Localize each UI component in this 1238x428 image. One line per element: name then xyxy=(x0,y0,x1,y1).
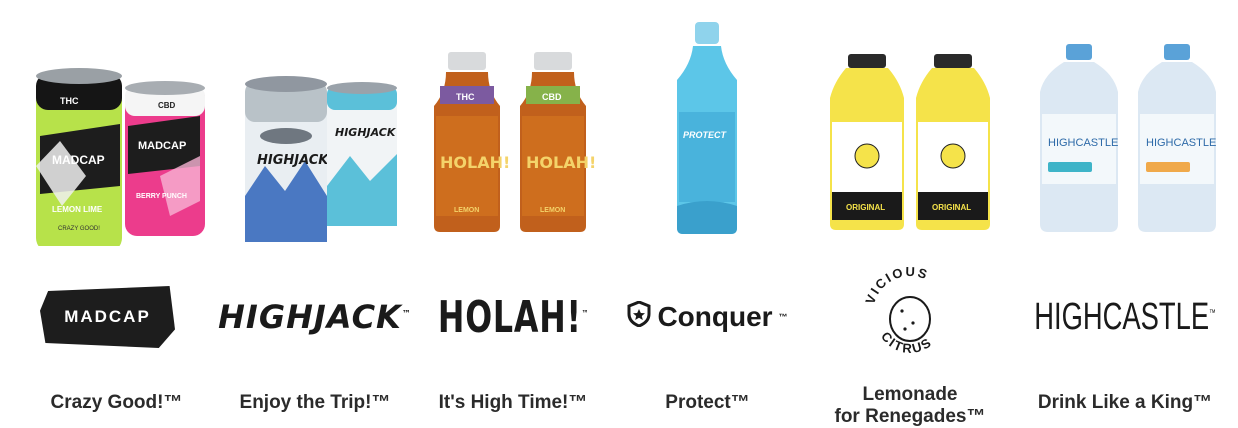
bottle-highcastle-left: HIGHCASTLE xyxy=(1040,44,1118,232)
product-image-holah: THC HOLAH! LEMON CBD HOLAH! LEMON xyxy=(418,16,608,246)
svg-text:HOLAH!: HOLAH! xyxy=(526,153,596,172)
brand-highjack: HIGHJACK HIGHJACK HIGHJACK™ Enjoy the Tr… xyxy=(215,0,415,428)
can-label-thc: THC xyxy=(60,96,79,106)
can-highjack-front: HIGHJACK xyxy=(245,76,329,242)
svg-text:HIGHJACK: HIGHJACK xyxy=(257,153,329,168)
brand-conquer: PROTECT Conquer ™ Protect™ xyxy=(615,0,800,428)
tagline-highcastle: Drink Like a King™ xyxy=(1037,392,1213,413)
brand-holah: THC HOLAH! LEMON CBD HOLAH! LEMON HOLAH!… xyxy=(418,0,608,428)
bottle-label-cbd: CBD xyxy=(542,92,562,102)
svg-text:HIGHCASTLE: HIGHCASTLE xyxy=(1048,137,1118,149)
product-image-conquer: PROTECT xyxy=(615,16,800,246)
svg-text:HIGHCASTLE: HIGHCASTLE xyxy=(1146,137,1216,149)
svg-text:ORIGINAL: ORIGINAL xyxy=(932,203,971,212)
bottle-vicious-left: ORIGINAL xyxy=(830,54,904,230)
svg-text:BERRY PUNCH: BERRY PUNCH xyxy=(136,193,187,200)
logo-conquer: Conquer ™ xyxy=(615,262,800,372)
svg-text:MADCAP: MADCAP xyxy=(138,140,186,152)
svg-text:HOLAH!: HOLAH! xyxy=(440,153,510,172)
bottle-vicious-right: ORIGINAL xyxy=(916,54,990,230)
logo-madcap: MADCAP xyxy=(0,262,205,372)
svg-text:CRAZY GOOD!: CRAZY GOOD! xyxy=(58,226,100,232)
tagline-holah: It's High Time!™ xyxy=(438,392,588,413)
logo-vicious-citrus: VICIOUS CITRUS xyxy=(810,258,1010,376)
product-image-highjack: HIGHJACK HIGHJACK xyxy=(215,16,415,246)
can-thc: THC MADCAP LEMON LIME CRAZY GOOD! xyxy=(36,68,122,252)
svg-text:LEMON LIME: LEMON LIME xyxy=(52,205,103,214)
svg-text:LEMON: LEMON xyxy=(540,207,565,214)
can-label-cbd: CBD xyxy=(158,101,176,110)
tagline-madcap: Crazy Good!™ xyxy=(50,392,183,413)
brand-vicious-citrus: ORIGINAL ORIGINAL VICIOUS CITRUS Lemonad… xyxy=(810,0,1010,428)
lemon-icon: VICIOUS CITRUS xyxy=(862,264,933,356)
svg-text:MADCAP: MADCAP xyxy=(52,153,105,167)
tagline-conquer: Protect™ xyxy=(665,392,750,413)
logo-highcastle: HIGHCASTLE™ xyxy=(1034,295,1216,338)
bottle-holah-thc: THC HOLAH! LEMON xyxy=(434,52,510,232)
svg-text:ORIGINAL: ORIGINAL xyxy=(846,203,885,212)
bottle-protect: PROTECT xyxy=(677,22,737,234)
svg-text:PROTECT: PROTECT xyxy=(683,130,728,140)
logo-highjack: HIGHJACK™ xyxy=(218,298,412,336)
can-cbd: CBD MADCAP BERRY PUNCH xyxy=(125,81,205,236)
brand-highcastle: HIGHCASTLE HIGHCASTLE HIGHCASTLE™ Drink … xyxy=(1020,0,1230,428)
product-image-highcastle: HIGHCASTLE HIGHCASTLE xyxy=(1020,16,1230,246)
product-image-vicious-citrus: ORIGINAL ORIGINAL xyxy=(810,16,1010,246)
shield-icon xyxy=(627,299,651,334)
product-image-madcap: THC MADCAP LEMON LIME CRAZY GOOD! CBD MA… xyxy=(0,16,205,252)
bottle-holah-cbd: CBD HOLAH! LEMON xyxy=(520,52,596,232)
logo-holah: HOLAH!™ xyxy=(437,291,589,343)
bottle-label-thc: THC xyxy=(456,92,475,102)
bottle-highcastle-right: HIGHCASTLE xyxy=(1138,44,1216,232)
brand-madcap: THC MADCAP LEMON LIME CRAZY GOOD! CBD MA… xyxy=(0,0,205,428)
svg-text:LEMON: LEMON xyxy=(454,207,479,214)
can-highjack-back: HIGHJACK xyxy=(327,82,397,226)
tagline-vicious-citrus: Lemonade for Renegades™ xyxy=(834,384,986,427)
tagline-highjack: Enjoy the Trip!™ xyxy=(239,392,391,413)
svg-text:HIGHJACK: HIGHJACK xyxy=(335,126,397,139)
